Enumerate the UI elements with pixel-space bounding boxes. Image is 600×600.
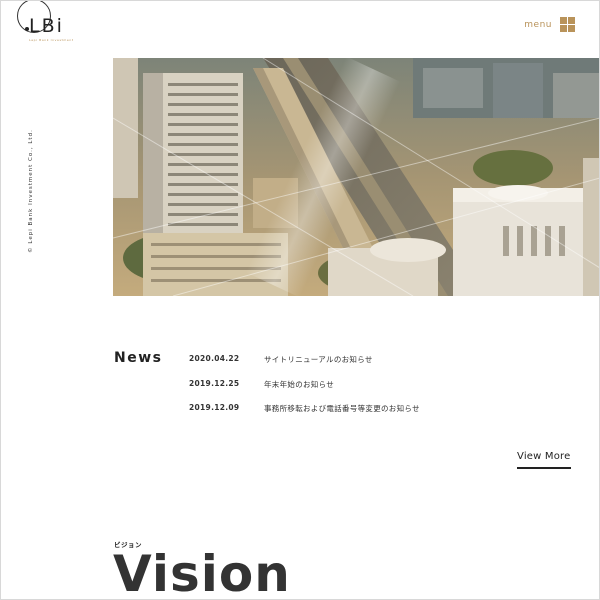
news-item[interactable]: 2019.12.25 年末年始のお知らせ (189, 379, 420, 404)
logo[interactable]: LBi Lepi Bank Investment (17, 1, 89, 43)
news-date: 2019.12.25 (189, 378, 240, 388)
news-item[interactable]: 2019.12.09 事務所移転および電話番号等変更のお知らせ (189, 403, 420, 428)
news-heading: News (114, 350, 163, 366)
news-item[interactable]: 2020.04.22 サイトリニューアルのお知らせ (189, 354, 420, 379)
news-text[interactable]: サイトリニューアルのお知らせ (264, 354, 373, 365)
menu-label: menu (524, 19, 552, 30)
news-text[interactable]: 年末年始のお知らせ (264, 379, 334, 390)
copyright-vertical: © Lepi Bank Investment Co., Ltd. (28, 129, 34, 253)
grid-icon (560, 17, 575, 32)
aerial-city-photo (113, 58, 599, 296)
logo-text: LBi (29, 15, 64, 37)
news-list: 2020.04.22 サイトリニューアルのお知らせ 2019.12.25 年末年… (189, 354, 420, 428)
news-date: 2019.12.09 (189, 403, 240, 412)
vision-heading: Vision (113, 545, 291, 600)
page: LBi Lepi Bank Investment menu © Lepi Ban… (0, 0, 600, 600)
hero-image (113, 58, 599, 296)
news-text[interactable]: 事務所移転および電話番号等変更のお知らせ (264, 403, 420, 414)
logo-subtext: Lepi Bank Investment (29, 38, 74, 42)
news-date: 2020.04.22 (189, 354, 240, 363)
menu-button[interactable]: menu (524, 17, 575, 32)
view-more-link[interactable]: View More (517, 451, 571, 469)
